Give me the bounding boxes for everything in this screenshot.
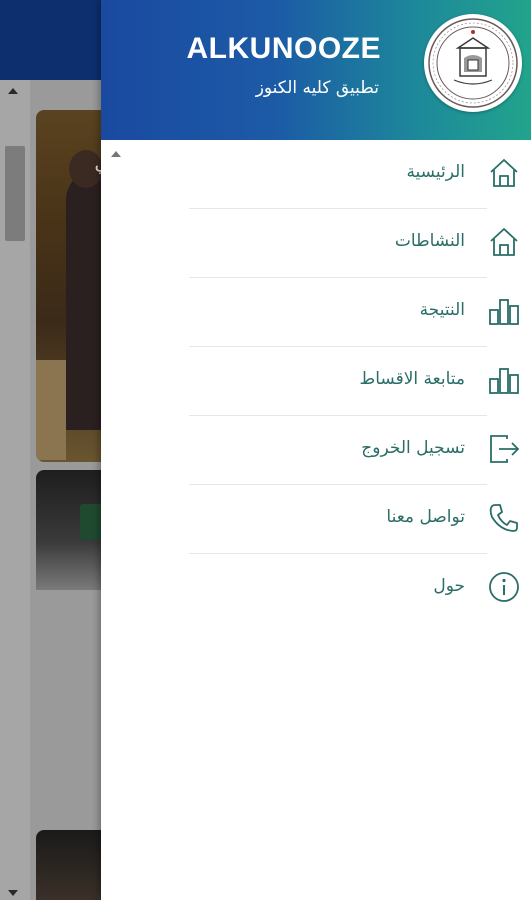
menu-item-label: النتيجة <box>419 300 465 320</box>
navigation-drawer: ALKUNOOZE تطبيق كليه الكنوز الرئيسية الن… <box>101 0 531 900</box>
college-seal-logo <box>424 14 522 112</box>
menu-item-contact[interactable]: تواصل معنا <box>101 485 531 554</box>
menu-item-label: تواصل معنا <box>386 507 465 527</box>
home-icon <box>487 156 521 190</box>
menu-item-label: الرئيسية <box>406 162 465 182</box>
bar-chart-icon <box>487 363 521 397</box>
scroll-up-arrow-icon[interactable] <box>8 88 18 94</box>
menu-item-logout[interactable]: تسجيل الخروج <box>101 416 531 485</box>
menu-item-result[interactable]: النتيجة <box>101 278 531 347</box>
app-title: ALKUNOOZE <box>186 32 381 65</box>
menu-item-installments[interactable]: متابعة الاقساط <box>101 347 531 416</box>
menu-item-label: النشاطات <box>394 231 465 251</box>
drawer-header: ALKUNOOZE تطبيق كليه الكنوز <box>101 0 531 140</box>
app-subtitle: تطبيق كليه الكنوز <box>255 78 379 98</box>
menu-item-label: حول <box>433 576 465 596</box>
phone-icon <box>487 501 521 535</box>
background-scrollbar-thumb[interactable] <box>5 146 25 241</box>
bar-chart-icon <box>487 294 521 328</box>
logout-icon <box>487 432 521 466</box>
menu-item-about[interactable]: حول <box>101 554 531 623</box>
info-icon <box>487 570 521 604</box>
menu-item-home[interactable]: الرئيسية <box>101 140 531 209</box>
scroll-down-arrow-icon[interactable] <box>8 890 18 896</box>
menu-item-label: متابعة الاقساط <box>359 369 465 389</box>
menu-item-label: تسجيل الخروج <box>361 438 465 458</box>
menu-item-activities[interactable]: النشاطات <box>101 209 531 278</box>
card-photo-detail <box>36 360 66 460</box>
home-icon <box>487 225 521 259</box>
